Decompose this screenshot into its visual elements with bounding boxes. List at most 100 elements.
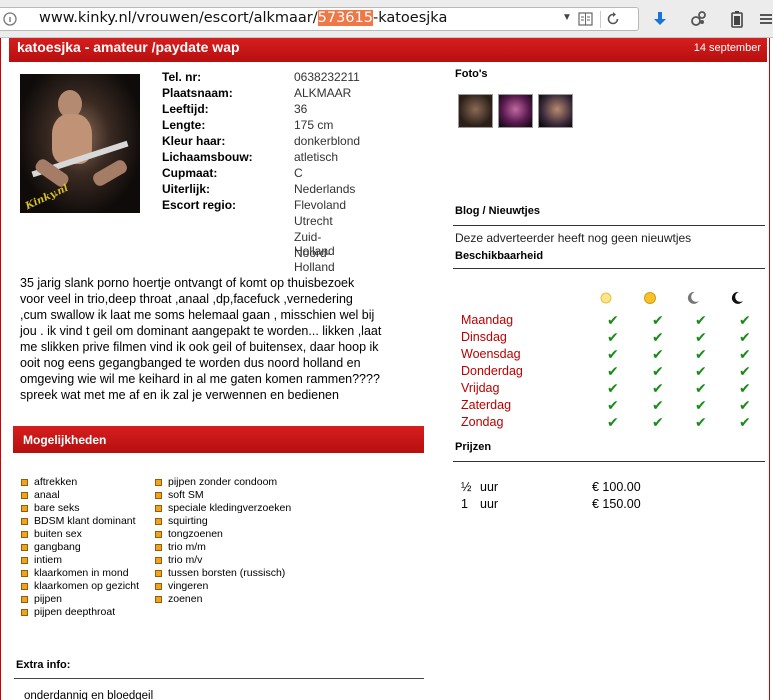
possibility-item: intiem [21, 554, 139, 567]
check-icon: ✔ [607, 346, 619, 362]
check-icon: ✔ [695, 346, 707, 362]
check-icon: ✔ [652, 414, 664, 430]
reader-view-icon[interactable] [578, 12, 593, 26]
bullet-icon [155, 531, 162, 538]
check-icon: ✔ [652, 363, 664, 379]
evening-moon-icon [687, 291, 699, 304]
photos-heading: Foto's [455, 68, 488, 80]
ad-title-bar: katoesjka - amateur /paydate wap 14 sept… [9, 38, 767, 62]
dropdown-icon[interactable]: ▼ [562, 12, 572, 23]
possibility-label: tussen borsten (russisch) [168, 567, 286, 579]
check-icon: ✔ [607, 380, 619, 396]
prices-heading: Prijzen [455, 441, 492, 453]
possibility-label: gangbang [34, 541, 81, 553]
bullet-icon [21, 505, 28, 512]
possibility-item: anaal [21, 489, 139, 502]
bullet-icon [21, 596, 28, 603]
possibility-label: zoenen [168, 593, 203, 605]
bullet-icon [21, 531, 28, 538]
photo-thumbnail[interactable] [498, 94, 533, 128]
detail-value: Flevoland [294, 198, 347, 212]
check-icon: ✔ [739, 312, 751, 328]
site-identity-icon[interactable] [3, 12, 17, 26]
possibilities-header: Mogelijkheden [13, 426, 424, 453]
check-icon: ✔ [739, 346, 751, 362]
bullet-icon [155, 479, 162, 486]
possibility-item: bare seks [21, 502, 139, 515]
bullet-icon [21, 544, 28, 551]
detail-label: Tel. nr: [162, 70, 202, 84]
afternoon-sun-icon [644, 292, 656, 304]
url-selected-text: 573615 [317, 10, 373, 26]
detail-label: Lichaamsbouw: [162, 150, 253, 164]
check-icon: ✔ [695, 312, 707, 328]
price-amount: € 150.00 [592, 497, 641, 511]
check-icon: ✔ [739, 329, 751, 345]
possibility-item: pijpen zonder condoom [155, 476, 291, 489]
day-label: Zaterdag [461, 398, 512, 412]
divider [453, 268, 765, 269]
check-icon: ✔ [695, 380, 707, 396]
bullet-icon [155, 596, 162, 603]
check-icon: ✔ [607, 397, 619, 413]
battery-icon[interactable] [727, 9, 747, 29]
detail-label: Kleur haar: [162, 134, 226, 148]
detail-value: donkerblond [294, 134, 361, 148]
detail-value: atletisch [294, 150, 339, 164]
possibility-item: vingeren [155, 580, 291, 593]
possibility-label: vingeren [168, 580, 209, 592]
reload-icon[interactable] [605, 11, 621, 27]
detail-label: Leeftijd: [162, 102, 209, 116]
extension-icon[interactable] [689, 9, 709, 29]
ad-date: 14 september [693, 42, 761, 54]
detail-label: Plaatsnaam: [162, 86, 233, 100]
possibility-item: trio m/v [155, 554, 291, 567]
check-icon: ✔ [652, 329, 664, 345]
bullet-icon [21, 479, 28, 486]
download-icon[interactable] [650, 9, 670, 29]
possibility-label: soft SM [168, 489, 204, 501]
price-duration: ½ [461, 480, 472, 494]
detail-label: Cupmaat: [162, 166, 218, 180]
detail-value: ALKMAAR [294, 86, 352, 100]
bullet-icon [21, 583, 28, 590]
morning-sun-icon [600, 292, 612, 304]
check-icon: ✔ [652, 312, 664, 328]
possibility-label: speciale kledingverzoeken [168, 502, 292, 514]
profile-photo[interactable]: Kinky.nl [20, 74, 140, 213]
possibility-label: trio m/m [168, 541, 206, 553]
region-value: Utrecht [294, 214, 333, 228]
possibility-label: pijpen deepthroat [34, 606, 116, 618]
possibility-label: klaarkomen in mond [34, 567, 129, 579]
possibility-item: pijpen deepthroat [21, 606, 139, 619]
possibility-label: pijpen zonder condoom [168, 476, 278, 488]
check-icon: ✔ [652, 380, 664, 396]
detail-label: Uiterlijk: [162, 182, 211, 196]
check-icon: ✔ [607, 414, 619, 430]
url-text[interactable]: www.kinky.nl/vrouwen/escort/alkmaar/5736… [39, 10, 447, 26]
bullet-icon [21, 609, 28, 616]
possibility-label: trio m/v [168, 554, 203, 566]
url-bar[interactable]: www.kinky.nl/vrouwen/escort/alkmaar/5736… [0, 7, 639, 31]
photo-thumbnail[interactable] [538, 94, 573, 128]
day-label: Dinsdag [461, 330, 507, 344]
detail-value: Nederlands [294, 182, 356, 196]
possibility-item: tussen borsten (russisch) [155, 567, 291, 580]
price-unit: uur [480, 497, 499, 511]
check-icon: ✔ [607, 363, 619, 379]
check-icon: ✔ [607, 329, 619, 345]
photo-thumbnail[interactable] [458, 94, 493, 128]
menu-icon[interactable] [759, 9, 773, 29]
day-label: Maandag [461, 313, 514, 327]
night-moon-icon [731, 291, 743, 304]
possibility-item: pijpen [21, 593, 139, 606]
availability-heading: Beschikbaarheid [455, 250, 544, 262]
detail-label: Escort regio: [162, 198, 237, 212]
check-icon: ✔ [607, 312, 619, 328]
price-unit: uur [480, 480, 499, 494]
check-icon: ✔ [652, 397, 664, 413]
possibility-label: intiem [34, 554, 63, 566]
possibility-item: gangbang [21, 541, 139, 554]
day-label: Vrijdag [461, 381, 500, 395]
bullet-icon [21, 557, 28, 564]
